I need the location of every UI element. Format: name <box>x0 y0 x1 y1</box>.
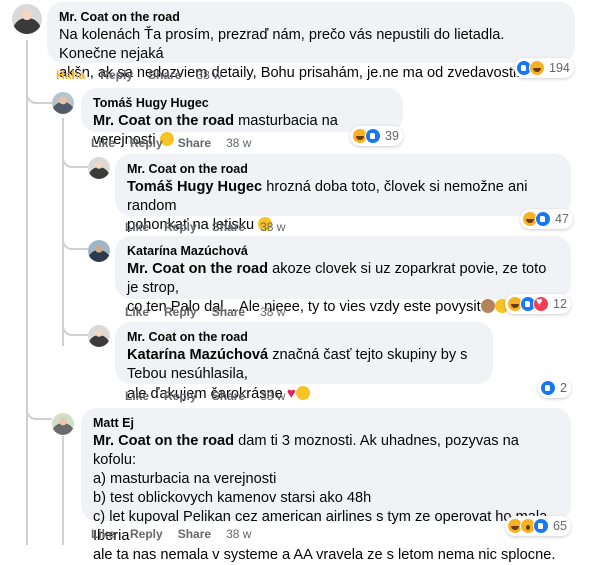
thread-branch <box>26 396 52 420</box>
timestamp[interactable]: 38 w <box>260 220 285 234</box>
reaction-summary[interactable]: 194 <box>514 58 574 78</box>
comment-author[interactable]: Mr. Coat on the road <box>127 329 481 345</box>
mention[interactable]: Mr. Coat on the road <box>127 261 268 277</box>
reaction-summary[interactable]: 39 <box>350 126 403 146</box>
timestamp[interactable]: 38 w <box>226 527 251 541</box>
comment-actions: Like Reply Share 38 w <box>125 220 285 234</box>
avatar[interactable] <box>52 413 74 435</box>
timestamp[interactable]: 38 w <box>226 136 251 150</box>
reply-button[interactable]: Reply <box>130 136 163 150</box>
mention[interactable]: Tomáš Hugy Hugec <box>127 179 262 195</box>
like-button[interactable]: Like <box>125 305 149 319</box>
kiss-emoji-icon <box>295 386 310 400</box>
comment-author[interactable]: Katarína Mazúchová <box>127 243 559 259</box>
thread-branch <box>62 226 88 250</box>
thread-branch <box>62 144 88 168</box>
avatar[interactable] <box>88 157 110 179</box>
love-icon <box>533 296 549 312</box>
comment-author[interactable]: Matt Ej <box>93 415 559 431</box>
comment-actions: Like Reply Share 38 w <box>125 305 285 319</box>
share-button[interactable]: Share <box>178 527 211 541</box>
reaction-count: 194 <box>549 61 570 75</box>
timestamp[interactable]: 38 w <box>260 389 285 403</box>
like-button[interactable]: Like <box>91 527 115 541</box>
share-button[interactable]: Share <box>212 220 245 234</box>
thread-line-main <box>26 40 28 545</box>
reply-button[interactable]: Reply <box>100 68 133 82</box>
like-icon <box>535 211 551 227</box>
reaction-count: 2 <box>560 381 567 395</box>
heart-emoji-icon: ♥ <box>286 385 296 402</box>
timestamp[interactable]: 38 w <box>260 305 285 319</box>
like-icon <box>365 128 381 144</box>
comment-author[interactable]: Mr. Coat on the road <box>59 9 563 25</box>
comment-bubble: Mr. Coat on the road Katarína Mazúchová … <box>115 322 493 402</box>
comment-text: dam ti 3 moznosti. Ak uhadnes, pozyvas n… <box>93 433 556 563</box>
reaction-count: 12 <box>553 297 567 311</box>
thread-branch <box>26 80 52 104</box>
thread-line-sub <box>62 436 64 545</box>
share-button[interactable]: Share <box>212 305 245 319</box>
mention[interactable]: Mr. Coat on the road <box>93 433 234 449</box>
like-button[interactable]: Like <box>125 389 149 403</box>
comment-bubble: Tomáš Hugy Hugec Mr. Coat on the road ma… <box>81 88 403 148</box>
mention[interactable]: Katarína Mazúchová <box>127 347 268 363</box>
like-icon <box>533 518 549 534</box>
share-button[interactable]: Share <box>148 68 181 82</box>
share-button[interactable]: Share <box>212 389 245 403</box>
comment-actions: Like Reply Share 38 w <box>91 527 251 541</box>
thread-branch <box>62 312 88 336</box>
comment-bubble: Katarína Mazúchová Mr. Coat on the road … <box>115 236 571 315</box>
comment-actions: Like Reply Share 38 w <box>91 136 251 150</box>
comment-bubble: Matt Ej Mr. Coat on the road dam ti 3 mo… <box>81 408 571 563</box>
comment-author[interactable]: Tomáš Hugy Hugec <box>93 95 391 111</box>
comment-bubble: Mr. Coat on the road Tomáš Hugy Hugec hr… <box>115 154 571 233</box>
like-button[interactable]: Like <box>91 136 115 150</box>
comment-actions: Like Reply Share 38 w <box>125 389 285 403</box>
avatar[interactable] <box>52 92 74 114</box>
reaction-summary[interactable]: 47 <box>520 209 573 229</box>
haha-icon <box>529 60 545 76</box>
comment-bubble: Mr. Coat on the road Na kolenách Ťa pros… <box>47 2 575 81</box>
avatar[interactable] <box>88 240 110 262</box>
reaction-count: 65 <box>553 519 567 533</box>
share-button[interactable]: Share <box>178 136 211 150</box>
reply-button[interactable]: Reply <box>164 220 197 234</box>
reaction-summary[interactable]: 12 <box>505 294 571 314</box>
timestamp[interactable]: 38 w <box>196 68 221 82</box>
comment-author[interactable]: Mr. Coat on the road <box>127 161 559 177</box>
haha-button[interactable]: Haha <box>56 68 85 82</box>
comment-actions: Haha Reply Share 38 w <box>56 68 222 82</box>
reaction-summary[interactable]: 65 <box>505 516 571 536</box>
reply-button[interactable]: Reply <box>164 305 197 319</box>
reply-button[interactable]: Reply <box>164 389 197 403</box>
like-icon <box>540 380 556 396</box>
mention[interactable]: Mr. Coat on the road <box>93 113 234 129</box>
see-no-evil-monkey-emoji-icon <box>480 299 495 313</box>
avatar[interactable] <box>12 4 42 34</box>
reaction-count: 47 <box>555 212 569 226</box>
reply-button[interactable]: Reply <box>130 527 163 541</box>
avatar[interactable] <box>88 325 110 347</box>
reaction-summary[interactable]: 2 <box>538 378 571 398</box>
reaction-count: 39 <box>385 129 399 143</box>
like-button[interactable]: Like <box>125 220 149 234</box>
